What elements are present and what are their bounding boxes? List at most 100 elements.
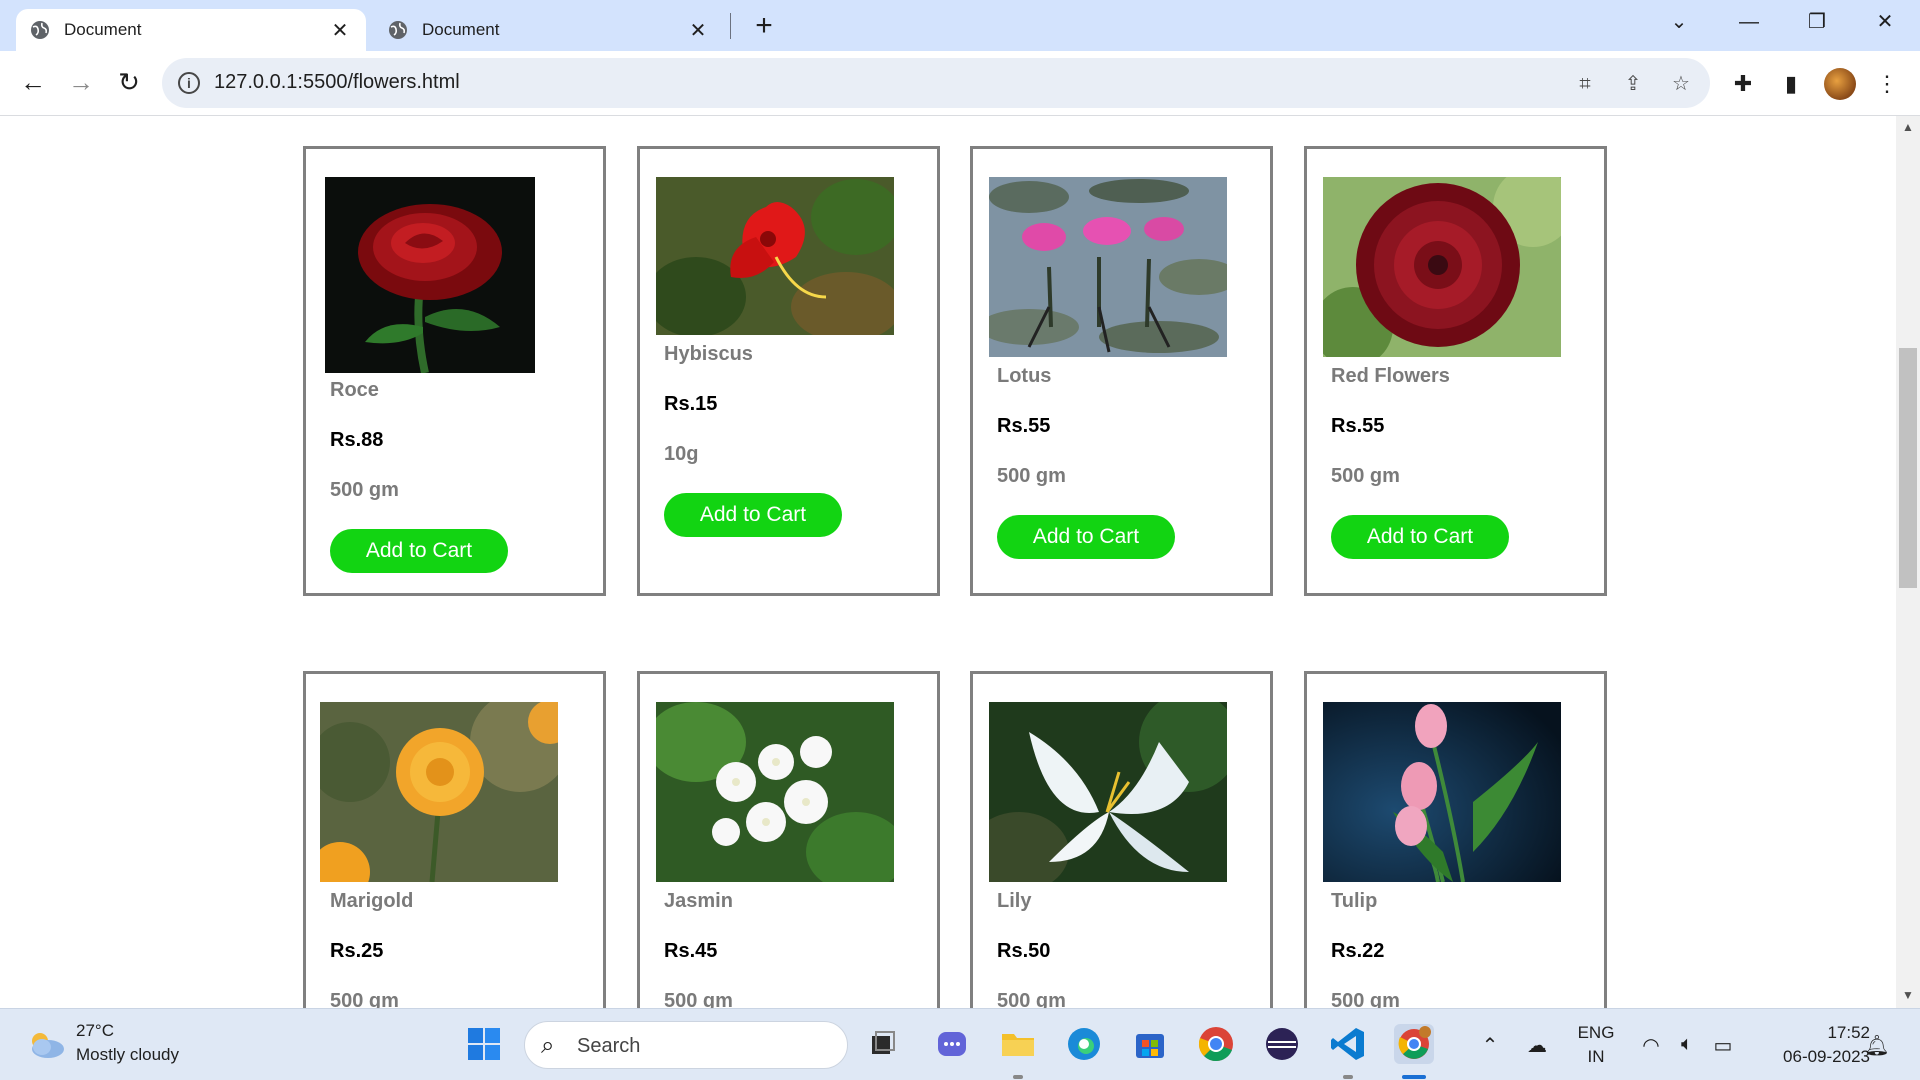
share-icon[interactable]: ⇪	[1620, 71, 1646, 97]
product-name: Hybiscus	[664, 343, 753, 365]
globe-icon	[389, 21, 407, 39]
address-url[interactable]: 127.0.0.1:5500/flowers.html	[214, 71, 460, 94]
tab-title: Document	[64, 20, 142, 39]
chrome-profile-icon[interactable]	[1394, 1024, 1434, 1064]
tab-document-2[interactable]: Document ✕	[374, 9, 724, 51]
cloudy-weather-icon[interactable]	[26, 1029, 66, 1059]
product-image-hibiscus	[656, 177, 894, 335]
weather-temperature[interactable]: 27°C	[76, 1021, 114, 1041]
file-explorer-icon[interactable]	[998, 1024, 1038, 1064]
wifi-icon[interactable]: ◠	[1638, 1033, 1664, 1058]
product-quantity: 500 gm	[664, 990, 733, 1008]
product-card: Jasmin Rs.45 500 gm	[637, 671, 940, 1008]
product-quantity: 10g	[664, 443, 699, 465]
chrome-icon[interactable]	[1196, 1024, 1236, 1064]
weather-description[interactable]: Mostly cloudy	[76, 1045, 179, 1065]
add-to-cart-button[interactable]: Add to Cart	[330, 529, 508, 573]
product-name: Lotus	[997, 365, 1052, 387]
windows-start-icon[interactable]	[464, 1024, 504, 1064]
product-name: Roce	[330, 379, 379, 401]
product-image-dahlia	[1323, 177, 1561, 357]
add-to-cart-button[interactable]: Add to Cart	[997, 515, 1175, 559]
product-card: Tulip Rs.22 500 gm	[1304, 671, 1607, 1008]
page-scrollbar[interactable]: ▲ ▼	[1896, 116, 1920, 1008]
minimize-button[interactable]: —	[1734, 8, 1764, 36]
eclipse-ide-icon[interactable]	[1262, 1024, 1302, 1064]
product-price: Rs.55	[1331, 415, 1385, 437]
scroll-down-arrow-icon[interactable]: ▼	[1900, 988, 1916, 1002]
profile-avatar[interactable]	[1824, 68, 1856, 100]
product-name: Marigold	[330, 890, 414, 912]
close-tab-icon[interactable]: ✕	[686, 18, 710, 43]
microsoft-store-icon[interactable]	[1130, 1024, 1170, 1064]
close-tab-icon[interactable]: ✕	[328, 18, 352, 43]
tab-strip: Document ✕ Document ✕ + ⌄ — ❐ ✕	[0, 0, 1920, 51]
clock-date[interactable]: 06-09-2023	[1760, 1047, 1870, 1067]
site-info-icon[interactable]: i	[178, 72, 200, 94]
product-quantity: 500 gm	[1331, 465, 1400, 487]
product-image-tulip	[1323, 702, 1561, 882]
page-viewport: Roce Rs.88 500 gm Add to Cart Hybiscus R…	[0, 116, 1896, 1008]
product-name: Red Flowers	[1331, 365, 1450, 387]
product-quantity: 500 gm	[330, 990, 399, 1008]
search-icon: ⌕	[541, 1032, 555, 1059]
product-image-marigold	[320, 702, 558, 882]
onedrive-cloud-icon[interactable]: ☁	[1524, 1033, 1550, 1058]
translate-icon[interactable]: ⌗	[1572, 71, 1598, 97]
forward-button[interactable]: →	[64, 65, 98, 99]
product-quantity: 500 gm	[1331, 990, 1400, 1008]
task-view-icon[interactable]	[862, 1024, 902, 1064]
product-quantity: 500 gm	[330, 479, 399, 501]
chevron-up-icon[interactable]: ⌃	[1477, 1033, 1503, 1058]
product-card: Red Flowers Rs.55 500 gm Add to Cart	[1304, 146, 1607, 596]
product-name: Jasmin	[664, 890, 733, 912]
teams-chat-icon[interactable]	[932, 1024, 972, 1064]
product-card: Lotus Rs.55 500 gm Add to Cart	[970, 146, 1273, 596]
product-name: Lily	[997, 890, 1032, 912]
product-card: Marigold Rs.25 500 gm	[303, 671, 606, 1008]
add-to-cart-button[interactable]: Add to Cart	[1331, 515, 1509, 559]
add-to-cart-button[interactable]: Add to Cart	[664, 493, 842, 537]
product-price: Rs.25	[330, 940, 384, 962]
windows-taskbar: 27°C Mostly cloudy ⌕ Search ⌃ ☁ ENG IN ◠…	[0, 1008, 1920, 1080]
product-price: Rs.88	[330, 429, 384, 451]
close-window-button[interactable]: ✕	[1870, 8, 1900, 36]
volume-icon[interactable]: 🔈︎	[1674, 1033, 1700, 1056]
globe-icon	[31, 21, 49, 39]
tab-separator	[730, 13, 731, 39]
tab-search-icon[interactable]: ⌄	[1664, 8, 1694, 36]
back-button[interactable]: ←	[16, 65, 50, 99]
product-price: Rs.15	[664, 393, 718, 415]
taskbar-search[interactable]: ⌕ Search	[524, 1021, 848, 1069]
scroll-thumb[interactable]	[1899, 348, 1917, 588]
battery-icon[interactable]: ▭	[1710, 1033, 1736, 1058]
chrome-active-indicator	[1402, 1075, 1426, 1079]
address-bar[interactable]: i 127.0.0.1:5500/flowers.html ⌗ ⇪ ☆	[162, 58, 1710, 108]
product-card: Roce Rs.88 500 gm Add to Cart	[303, 146, 606, 596]
restore-button[interactable]: ❐	[1802, 8, 1832, 36]
product-quantity: 500 gm	[997, 990, 1066, 1008]
reload-button[interactable]: ↻	[112, 65, 146, 99]
bookmark-star-icon[interactable]: ☆	[1668, 71, 1694, 97]
product-card: Lily Rs.50 500 gm	[970, 671, 1273, 1008]
tab-title: Document	[422, 20, 500, 39]
browser-toolbar: ← → ↻ i 127.0.0.1:5500/flowers.html ⌗ ⇪ …	[0, 51, 1920, 116]
product-image-rose	[325, 177, 535, 373]
tab-document-1[interactable]: Document ✕	[16, 9, 366, 51]
language-indicator-top[interactable]: ENG	[1576, 1023, 1616, 1043]
vscode-running-indicator	[1343, 1075, 1353, 1079]
product-price: Rs.55	[997, 415, 1051, 437]
extensions-puzzle-icon[interactable]: ✚	[1730, 71, 1756, 97]
product-price: Rs.45	[664, 940, 718, 962]
notification-bell-icon[interactable]: 🔔︎	[1864, 1033, 1890, 1058]
clock-time[interactable]: 17:52	[1760, 1023, 1870, 1043]
new-tab-button[interactable]: +	[748, 10, 780, 42]
product-card: Hybiscus Rs.15 10g Add to Cart	[637, 146, 940, 596]
side-panel-icon[interactable]: ▮	[1778, 71, 1804, 97]
language-indicator-bottom[interactable]: IN	[1576, 1047, 1616, 1067]
vscode-icon[interactable]	[1328, 1024, 1368, 1064]
menu-kebab-icon[interactable]: ⋮	[1874, 71, 1900, 97]
product-quantity: 500 gm	[997, 465, 1066, 487]
edge-browser-icon[interactable]	[1064, 1024, 1104, 1064]
scroll-up-arrow-icon[interactable]: ▲	[1900, 120, 1916, 134]
